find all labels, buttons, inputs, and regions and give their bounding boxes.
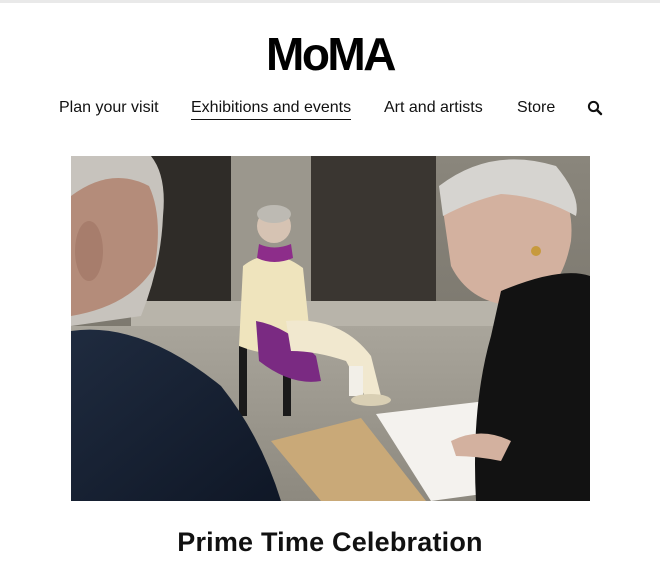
- nav-item-store[interactable]: Store: [517, 97, 555, 119]
- nav-item-art-and-artists[interactable]: Art and artists: [384, 97, 483, 119]
- search-icon[interactable]: [586, 99, 604, 117]
- nav-item-plan-your-visit[interactable]: Plan your visit: [59, 97, 159, 119]
- nav-item-exhibitions-and-events[interactable]: Exhibitions and events: [191, 97, 352, 120]
- main-navigation: Plan your visit Exhibitions and events A…: [0, 97, 660, 121]
- moma-logo[interactable]: MoMA: [0, 26, 660, 82]
- hero-photo-illustration: [71, 156, 590, 501]
- feature-headline[interactable]: Prime Time Celebration: [0, 524, 660, 560]
- hero-photo[interactable]: [71, 156, 590, 501]
- top-divider: [0, 0, 660, 3]
